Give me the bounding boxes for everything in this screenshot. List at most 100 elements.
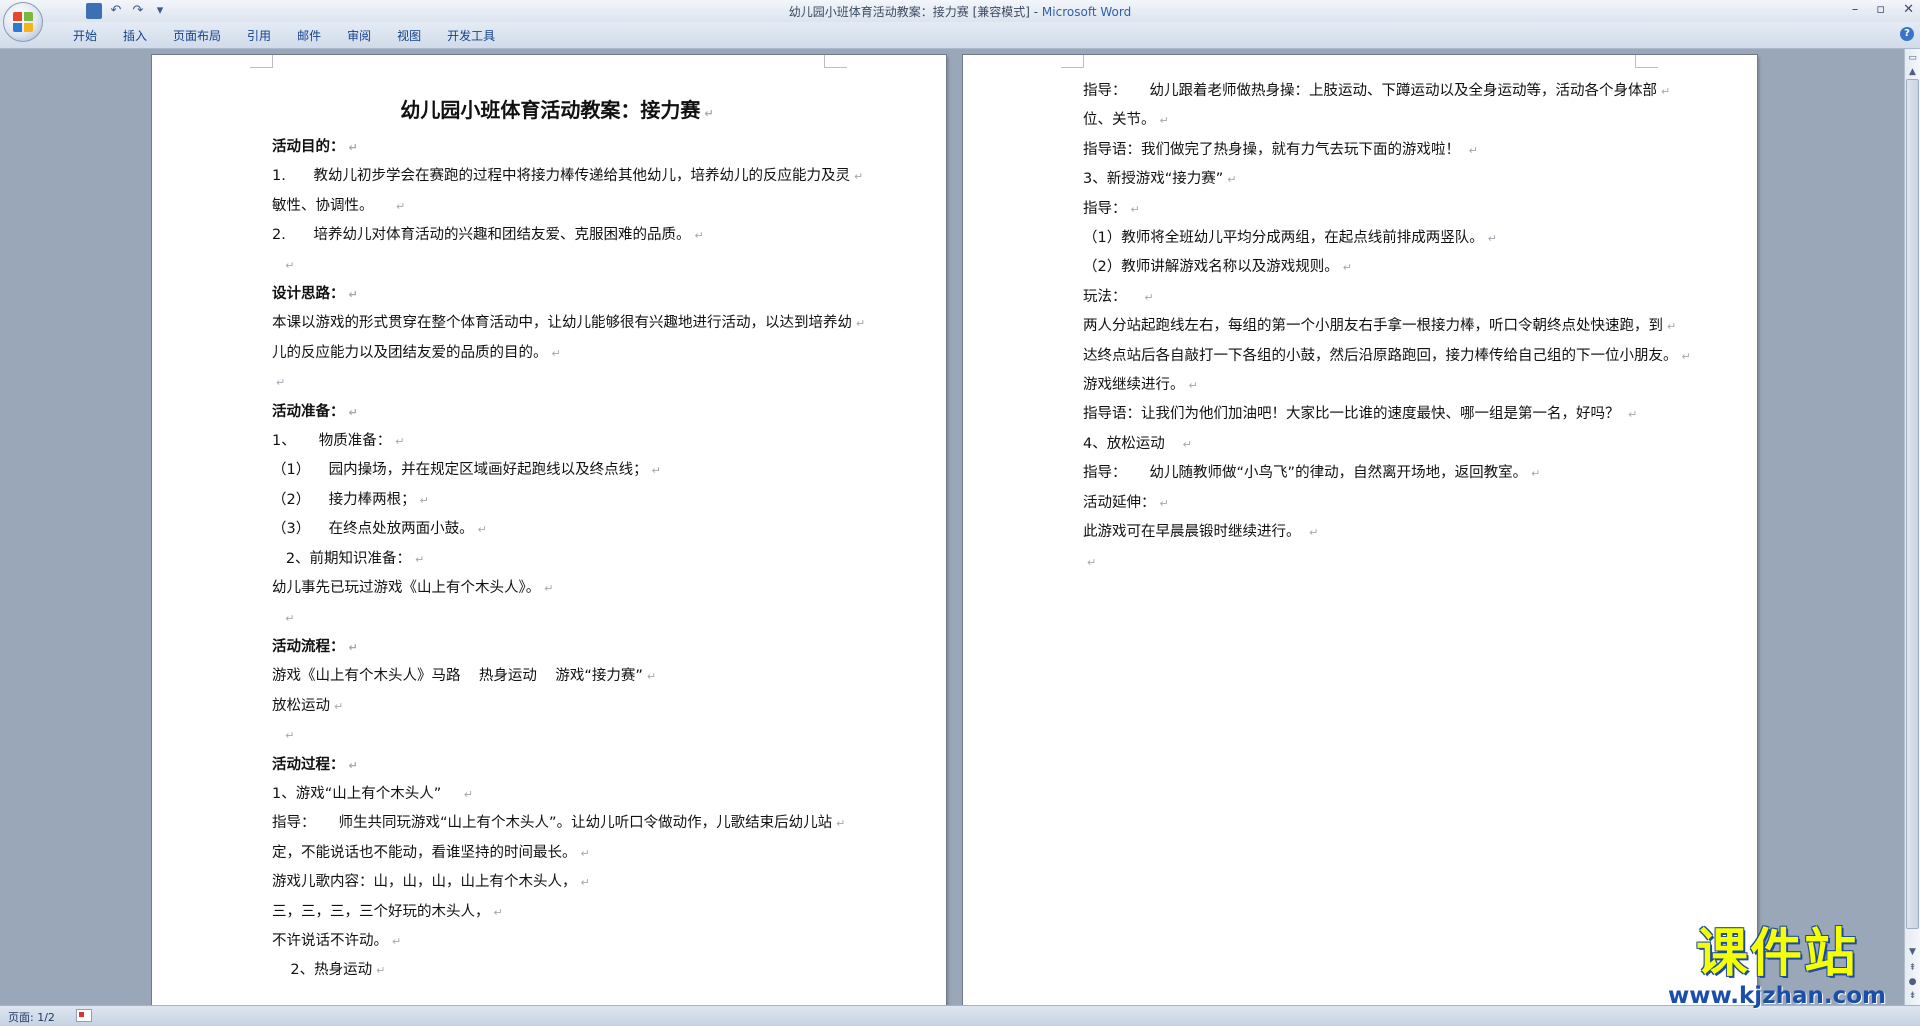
paragraph-line: （3） 在终点处放两面小鼓。 ↵ <box>272 515 842 544</box>
ribbon-tab[interactable]: 审阅 <box>334 28 384 44</box>
scroll-up-icon[interactable]: ▲ <box>1906 65 1919 79</box>
scrollbar-thumb[interactable] <box>1906 79 1919 929</box>
paragraph-text: 定，不能说话也不能动，看谁坚持的时间最长。 <box>272 844 577 861</box>
paragraph-line: 游戏儿歌内容：山，山，山，山上有个木头人， ↵ <box>272 868 842 897</box>
paragraph-mark: ↵ <box>334 699 344 713</box>
close-icon[interactable]: ✕ <box>1903 0 1914 20</box>
watermark-url: www.kjzhan.com <box>1668 983 1886 1009</box>
paragraph-text: 不许说话不许动。 <box>272 932 388 949</box>
page-2-paragraphs: 指导： 幼儿跟着老师做热身操：上肢运动、下蹲运动以及全身运动等，活动各个身体部 ↵… <box>1083 77 1691 577</box>
scroll-down-icon[interactable]: ▼ <box>1906 945 1919 959</box>
paragraph-line: 两人分站起跑线左右，每组的第一个小朋友右手拿一根接力棒，听口令朝终点处快速跑，到… <box>1083 312 1676 341</box>
paragraph-line: 2. 培养幼儿对体育活动的兴趣和团结友爱、克服困难的品质。 ↵ <box>272 221 842 250</box>
paragraph-line: 儿的反应能力以及团结友爱的品质的目的。 ↵ <box>272 339 842 368</box>
paragraph-text: 2、前期知识准备： <box>272 550 412 567</box>
ribbon-tab[interactable]: 引用 <box>234 28 284 44</box>
ruler-toggle-icon[interactable]: ▭ <box>1906 51 1919 65</box>
paragraph-text: 活动流程： <box>272 638 345 655</box>
paragraph-line: 指导： 幼儿跟着老师做热身操：上肢运动、下蹲运动以及全身运动等，活动各个身体部 ↵ <box>1083 77 1670 106</box>
paragraph-text: 幼儿事先已玩过游戏《山上有个木头人》。 <box>272 580 541 597</box>
maximize-icon[interactable]: ▫ <box>1876 0 1885 20</box>
paragraph-mark: ↵ <box>1531 467 1541 481</box>
paragraph-text: 游戏儿歌内容：山，山，山，山上有个木头人， <box>272 874 577 891</box>
paragraph-text: （1）教师将全班幼儿平均分成两组，在起点线前排成两竖队。 <box>1083 230 1484 247</box>
paragraph-line: 本课以游戏的形式贯穿在整个体育活动中，让幼儿能够很有兴趣地进行活动，以达到培养幼… <box>272 309 865 338</box>
document-title: 幼儿园小班体育活动教案：接力赛 ↵ <box>272 93 842 131</box>
paragraph-text: 游戏《山上有个木头人》马路 热身运动 游戏“接力赛” <box>272 668 643 685</box>
paragraph-text: 此游戏可在早晨晨锻时继续进行。 <box>1083 524 1306 541</box>
paragraph-line: ↵ <box>272 604 842 633</box>
paragraph-text: 1、 物质准备： <box>272 433 392 450</box>
paragraph-line: 位、关节。 ↵ <box>1083 106 1653 135</box>
paragraph-mark: ↵ <box>854 170 864 184</box>
paragraph-text <box>272 727 281 743</box>
paragraph-line: 2、前期知识准备： ↵ <box>272 545 842 574</box>
status-bar: 页面: 1/2 <box>0 1005 1920 1026</box>
paragraph-text: 指导： 幼儿跟着老师做热身操：上肢运动、下蹲运动以及全身运动等，活动各个身体部 <box>1083 83 1658 99</box>
next-page-icon[interactable]: ⇟ <box>1906 989 1919 1003</box>
paragraph-text: 活动延伸： <box>1083 494 1156 511</box>
ribbon-tab[interactable]: 插入 <box>110 28 160 44</box>
paragraph-text <box>272 610 281 626</box>
paragraph-line: （1） 园内操场，并在规定区域画好起跑线以及终点线； ↵ <box>272 456 842 485</box>
paragraph-text: （2）教师讲解游戏名称以及游戏规则。 <box>1083 259 1339 276</box>
paragraph-line: 指导： ↵ <box>1083 195 1653 224</box>
paragraph-mark: ↵ <box>395 435 405 449</box>
paragraph-mark: ↵ <box>1144 290 1154 304</box>
paragraph-mark: ↵ <box>276 376 286 390</box>
paragraph-mark: ↵ <box>580 846 590 860</box>
paragraph-line: 活动流程： ↵ <box>272 633 842 662</box>
paragraph-mark: ↵ <box>415 552 425 566</box>
help-icon[interactable]: ? <box>1900 27 1914 41</box>
paragraph-mark: ↵ <box>395 199 406 213</box>
paragraph-mark: ↵ <box>463 787 473 801</box>
minimize-icon[interactable]: – <box>1852 0 1859 20</box>
site-watermark: 课件站 www.kjzhan.com <box>1652 925 1902 1010</box>
paragraph-line: 游戏继续进行。 ↵ <box>1083 371 1653 400</box>
paragraph-line: 定，不能说话也不能动，看谁坚持的时间最长。 ↵ <box>272 839 842 868</box>
page-1-paragraphs: 活动目的： ↵ 1. 教幼儿初步学会在赛跑的过程中将接力棒传递给其他幼儿，培养幼儿的… <box>272 133 865 986</box>
paragraph-text: 指导： 师生共同玩游戏“山上有个木头人”。让幼儿听口令做动作，儿歌结束后幼儿站 <box>272 815 833 832</box>
paragraph-line: （2） 接力棒两根； ↵ <box>272 486 842 515</box>
proofing-icon[interactable] <box>76 1009 92 1022</box>
paragraph-line: 达终点站后各自敲打一下各组的小鼓，然后沿原路跑回，接力棒传给自己组的下一位小朋友… <box>1083 342 1691 371</box>
paragraph-text: （2） 接力棒两根； <box>272 491 416 508</box>
paragraph-mark: ↵ <box>651 464 661 478</box>
paragraph-line: 1. 教幼儿初步学会在赛跑的过程中将接力棒传递给其他幼儿，培养幼儿的反应能力及灵… <box>272 162 863 191</box>
ribbon-tab[interactable]: 开发工具 <box>434 28 508 44</box>
paragraph-line: 活动目的： ↵ <box>272 133 842 162</box>
document-workspace: 幼儿园小班体育活动教案：接力赛 ↵ 活动目的： ↵ 1. 教幼儿初步学会在赛跑的过程中… <box>0 49 1905 1005</box>
paragraph-mark: ↵ <box>1227 173 1237 187</box>
paragraph-text: （3） 在终点处放两面小鼓。 <box>272 521 474 538</box>
paragraph-mark: ↵ <box>348 141 358 154</box>
paragraph-text: 指导语：我们做完了热身操，就有力气去玩下面的游戏啦！ <box>1083 141 1465 158</box>
ribbon-tab[interactable]: 视图 <box>384 28 434 44</box>
paragraph-line: ↵ <box>272 721 842 750</box>
paragraph-text: 指导： <box>1083 200 1127 217</box>
paragraph-line: ↵ <box>272 368 842 397</box>
paragraph-line: 活动延伸： ↵ <box>1083 489 1653 518</box>
paragraph-text <box>272 257 281 273</box>
crop-mark <box>250 55 273 68</box>
paragraph-line: 三，三，三，三个好玩的木头人， ↵ <box>272 898 842 927</box>
office-logo-icon <box>13 12 33 32</box>
ribbon-tab[interactable]: 页面布局 <box>160 28 234 44</box>
page-count[interactable]: 页面: 1/2 <box>8 1009 55 1025</box>
paragraph-line: 指导： 幼儿随教师做“小鸟飞”的律动，自然离开场地，返回教室。 ↵ <box>1083 459 1653 488</box>
ribbon-tab[interactable]: 邮件 <box>284 28 334 44</box>
paragraph-mark: ↵ <box>1309 526 1319 540</box>
paragraph-mark: ↵ <box>1087 555 1097 569</box>
ribbon-tab[interactable]: 开始 <box>60 28 110 44</box>
paragraph-text: 设计思路： <box>272 286 345 303</box>
vertical-scrollbar[interactable]: ▭ ▲ ▼ ⇞ ● ⇟ <box>1904 49 1920 1005</box>
browse-object-icon[interactable]: ● <box>1906 975 1919 989</box>
paragraph-mark: ↵ <box>646 670 657 684</box>
office-button[interactable] <box>3 2 43 42</box>
document-page-2[interactable]: 指导： 幼儿跟着老师做热身操：上肢运动、下蹲运动以及全身运动等，活动各个身体部 ↵… <box>963 55 1757 1005</box>
paragraph-mark: ↵ <box>1182 437 1192 451</box>
document-page-1[interactable]: 幼儿园小班体育活动教案：接力赛 ↵ 活动目的： ↵ 1. 教幼儿初步学会在赛跑的过程中… <box>152 55 946 1005</box>
paragraph-text: 三，三，三，三个好玩的木头人， <box>272 903 490 920</box>
window-title: 幼儿园小班体育活动教案：接力赛 [兼容模式] - Microsoft Word <box>0 3 1920 20</box>
ribbon: 开始 插入 页面布局 引用 邮件 审阅 视图 开发工具 ? <box>0 22 1920 49</box>
previous-page-icon[interactable]: ⇞ <box>1906 961 1919 975</box>
